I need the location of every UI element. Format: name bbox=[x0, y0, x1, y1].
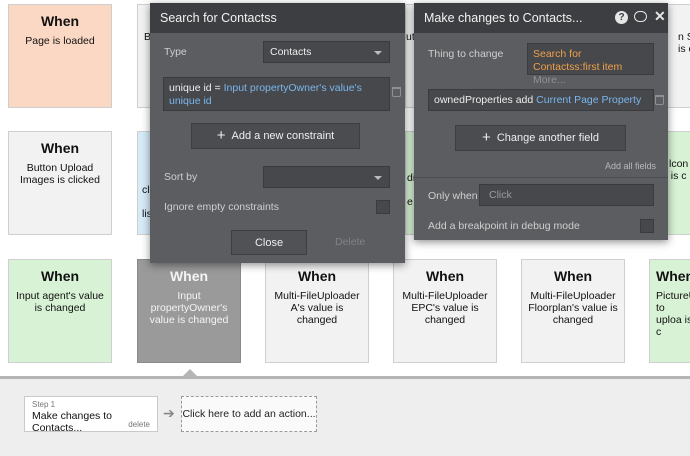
event-card-partial[interactable]: B bbox=[137, 4, 151, 108]
close-label: Close bbox=[254, 237, 284, 249]
event-description: Multi-FileUploader Floorplan's value is … bbox=[528, 290, 618, 326]
divider bbox=[414, 177, 668, 178]
help-icon[interactable]: ? bbox=[615, 11, 628, 24]
close-icon[interactable]: ✕ bbox=[654, 8, 666, 25]
search-panel-header[interactable]: Search for Contactss bbox=[150, 3, 405, 33]
chevron-down-icon bbox=[374, 51, 382, 55]
thing-to-change-value[interactable]: Search for Contactss:first item bbox=[533, 48, 622, 73]
thing-to-change-expression[interactable]: Search for Contactss:first item More... bbox=[527, 43, 654, 86]
add-constraint-button[interactable]: + Add a new constraint bbox=[191, 123, 360, 149]
only-when-input[interactable]: Click bbox=[479, 184, 654, 206]
field-key: ownedProperties add bbox=[434, 94, 534, 106]
add-action-label: Click here to add an action... bbox=[182, 408, 316, 420]
event-when-label: When bbox=[40, 268, 80, 284]
workflow-actions-bar: Step 1 Make changes to Contacts... delet… bbox=[0, 369, 690, 456]
event-card-uploader-epc-changed[interactable]: When Multi-FileUploader EPC's value is c… bbox=[393, 259, 497, 363]
event-description: Page is loaded bbox=[25, 35, 95, 47]
event-description: PictureU to uploa is c bbox=[656, 290, 690, 338]
change-another-field-button[interactable]: + Change another field bbox=[455, 125, 626, 151]
search-panel-title: Search for Contactss bbox=[160, 11, 277, 25]
constraint-key: unique id = bbox=[169, 82, 221, 94]
event-description: Multi-FileUploader A's value is changed bbox=[274, 290, 360, 326]
breakpoint-checkbox[interactable] bbox=[640, 219, 654, 233]
comment-icon[interactable] bbox=[634, 11, 647, 22]
sort-by-label: Sort by bbox=[164, 171, 198, 183]
event-description: Input propertyOwner's value is changed bbox=[149, 290, 229, 326]
event-fragment-text: cl bbox=[142, 184, 150, 196]
breakpoint-label: Add a breakpoint in debug mode bbox=[428, 220, 580, 232]
add-action-button[interactable]: Click here to add an action... bbox=[181, 396, 317, 432]
more-link[interactable]: More... bbox=[533, 74, 566, 86]
event-card-input-propertyowner-changed[interactable]: When Input propertyOwner's value is chan… bbox=[137, 259, 241, 363]
event-when-label: When bbox=[40, 140, 80, 156]
step-number-label: Step 1 bbox=[32, 400, 56, 409]
only-when-placeholder: Click bbox=[489, 189, 512, 201]
constraint-expression[interactable]: unique id = Input propertyOwner's value'… bbox=[163, 77, 390, 111]
event-description: Button Upload Images is clicked bbox=[20, 162, 100, 186]
event-when-label: When bbox=[297, 268, 337, 284]
type-label: Type bbox=[164, 46, 187, 58]
delete-label: Delete bbox=[335, 236, 366, 248]
plus-icon: + bbox=[482, 129, 491, 146]
change-another-field-label: Change another field bbox=[496, 132, 599, 144]
event-when-label: When bbox=[656, 268, 690, 284]
event-card-uploader-a-changed[interactable]: When Multi-FileUploader A's value is cha… bbox=[265, 259, 369, 363]
make-changes-title: Make changes to Contacts... bbox=[424, 11, 583, 25]
event-card-uploader-floorplan-changed[interactable]: When Multi-FileUploader Floorplan's valu… bbox=[521, 259, 625, 363]
event-when-label: When bbox=[40, 13, 80, 29]
close-button[interactable]: Close bbox=[231, 230, 307, 255]
only-when-label: Only when bbox=[428, 190, 478, 202]
event-fragment-text: e bbox=[407, 196, 413, 208]
event-description: Multi-FileUploader EPC's value is change… bbox=[402, 290, 488, 326]
selection-pointer-icon bbox=[183, 369, 197, 376]
step-delete-link[interactable]: delete bbox=[128, 420, 150, 429]
field-change-expression[interactable]: ownedProperties add Current Page Propert… bbox=[428, 89, 654, 111]
event-fragment-text: lcon is c bbox=[669, 158, 689, 182]
chevron-down-icon bbox=[374, 176, 382, 180]
trash-icon[interactable] bbox=[655, 95, 664, 105]
event-card-button-upload-clicked[interactable]: When Button Upload Images is clicked bbox=[8, 131, 112, 235]
sort-by-dropdown[interactable] bbox=[263, 166, 390, 188]
event-description: Input agent's value is changed bbox=[16, 290, 104, 314]
make-changes-panel: Make changes to Contacts... ? ✕ Thing to… bbox=[414, 3, 668, 240]
search-panel: Search for Contactss Type Contacts uniqu… bbox=[150, 3, 405, 263]
event-card-pictureuploader-partial[interactable]: When PictureU to uploa is c bbox=[649, 259, 690, 363]
action-step-1[interactable]: Step 1 Make changes to Contacts... delet… bbox=[24, 396, 158, 434]
event-card-input-agent-changed[interactable]: When Input agent's value is changed bbox=[8, 259, 112, 363]
plus-icon: + bbox=[216, 127, 226, 144]
make-changes-header[interactable]: Make changes to Contacts... ? ✕ bbox=[414, 3, 668, 33]
event-when-label: When bbox=[169, 268, 209, 284]
event-when-label: When bbox=[553, 268, 593, 284]
delete-button[interactable]: Delete bbox=[335, 236, 365, 248]
add-all-fields-link[interactable]: Add all fields bbox=[605, 161, 656, 171]
thing-to-change-label: Thing to change bbox=[428, 48, 504, 60]
event-when-label: When bbox=[425, 268, 465, 284]
event-fragment-text: n S is c bbox=[678, 31, 690, 55]
event-card-partial[interactable]: cl lis bbox=[137, 131, 152, 235]
event-card-page-loaded[interactable]: When Page is loaded bbox=[8, 4, 112, 108]
ignore-empty-label: Ignore empty constraints bbox=[164, 201, 279, 213]
field-value[interactable]: Current Page Property bbox=[536, 94, 641, 106]
type-dropdown[interactable]: Contacts bbox=[263, 41, 390, 63]
arrow-right-icon: ➔ bbox=[163, 405, 175, 421]
type-value: Contacts bbox=[270, 46, 312, 58]
trash-icon[interactable] bbox=[392, 87, 401, 97]
add-constraint-label: Add a new constraint bbox=[231, 130, 335, 142]
ignore-empty-checkbox[interactable] bbox=[376, 200, 390, 214]
